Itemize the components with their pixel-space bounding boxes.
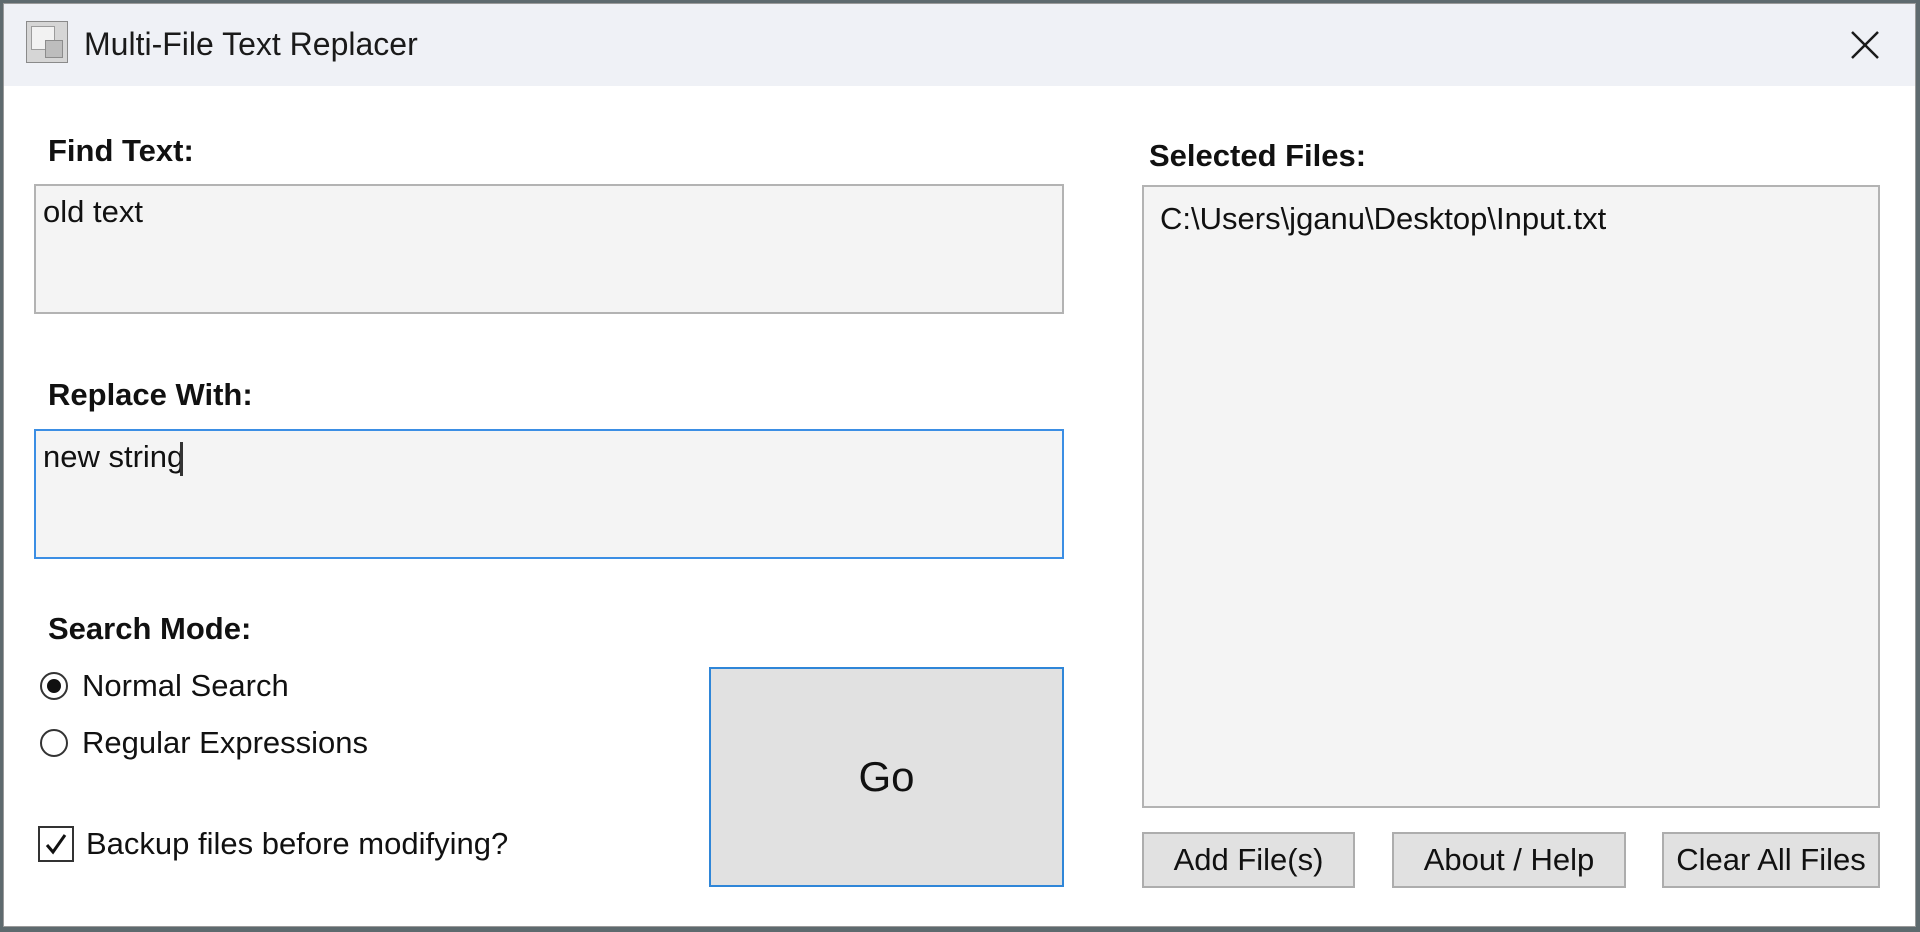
radio-regular-expressions[interactable]: Regular Expressions [40,725,368,761]
text-caret [180,441,184,476]
app-window-icon [26,21,68,63]
replace-with-value: new string [43,439,185,474]
close-icon [1851,31,1879,59]
radio-button-selected[interactable] [40,672,68,700]
radio-normal-search-label: Normal Search [82,668,289,703]
replace-with-input[interactable]: new string [34,429,1064,559]
title-bar[interactable]: Multi-File Text Replacer [4,4,1915,86]
add-files-button[interactable]: Add File(s) [1142,832,1355,888]
radio-normal-search[interactable]: Normal Search [40,668,289,704]
selected-files-list[interactable]: C:\Users\jganu\Desktop\Input.txt [1142,185,1880,808]
backup-checkbox-label: Backup files before modifying? [86,826,509,861]
backup-checkbox[interactable] [38,826,74,862]
find-text-input[interactable]: old text [34,184,1064,314]
backup-checkbox-row[interactable]: Backup files before modifying? [38,826,508,862]
find-text-label: Find Text: [48,133,194,168]
list-item[interactable]: C:\Users\jganu\Desktop\Input.txt [1160,197,1862,241]
go-button[interactable]: Go [709,667,1064,887]
clear-all-files-button[interactable]: Clear All Files [1662,832,1880,888]
main-window: Multi-File Text Replacer Find Text: old … [3,3,1916,927]
about-help-button[interactable]: About / Help [1392,832,1626,888]
checkmark-icon [45,834,67,855]
close-button[interactable] [1815,4,1915,86]
selected-files-label: Selected Files: [1149,138,1367,173]
radio-regular-expressions-label: Regular Expressions [82,725,369,760]
window-title: Multi-File Text Replacer [84,26,418,62]
radio-button[interactable] [40,729,68,757]
replace-with-label: Replace With: [48,377,253,412]
search-mode-label: Search Mode: [48,611,252,646]
find-text-value: old text [43,194,143,229]
go-button-label: Go [858,753,915,800]
